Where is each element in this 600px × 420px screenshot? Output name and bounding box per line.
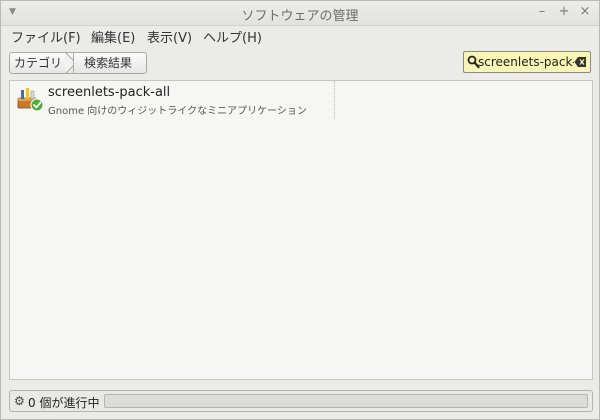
list-item[interactable]: screenlets-pack-all Gnome 向けのウィジットライクなミニ… bbox=[10, 81, 335, 119]
clear-icon[interactable] bbox=[574, 56, 587, 68]
menu-bar: ファイル(F) 編集(E) 表示(V) ヘルプ(H) bbox=[1, 25, 599, 47]
package-description: Gnome 向けのウィジットライクなミニアプリケーション bbox=[48, 106, 307, 117]
search-input[interactable] bbox=[478, 53, 574, 71]
menu-view[interactable]: 表示(V) bbox=[147, 27, 192, 46]
window-title: ソフトウェアの管理 bbox=[241, 9, 359, 24]
menu-file[interactable]: ファイル(F) bbox=[11, 27, 81, 46]
package-name: screenlets-pack-all bbox=[48, 85, 171, 100]
package-installed-icon bbox=[17, 88, 44, 112]
search-box[interactable] bbox=[463, 51, 591, 73]
results-list[interactable]: screenlets-pack-all Gnome 向けのウィジットライクなミニ… bbox=[9, 80, 593, 380]
close-button[interactable]: × bbox=[578, 4, 592, 19]
status-text: 0 個が進行中 bbox=[28, 396, 100, 410]
menu-edit[interactable]: 編集(E) bbox=[91, 27, 135, 46]
menu-help[interactable]: ヘルプ(H) bbox=[203, 27, 262, 46]
breadcrumb-search-results[interactable]: 検索結果 bbox=[73, 52, 147, 74]
progress-bar bbox=[104, 394, 588, 408]
gear-icon: ⚙ bbox=[14, 394, 25, 408]
maximize-button[interactable]: + bbox=[557, 4, 571, 19]
app-window: ▼ ソフトウェアの管理 – + × ファイル(F) 編集(E) 表示(V) ヘル… bbox=[0, 0, 600, 420]
minimize-button[interactable]: – bbox=[535, 4, 549, 19]
status-bar: ⚙ 0 個が進行中 bbox=[9, 390, 593, 412]
title-bar[interactable]: ▼ ソフトウェアの管理 – + × bbox=[1, 1, 599, 26]
